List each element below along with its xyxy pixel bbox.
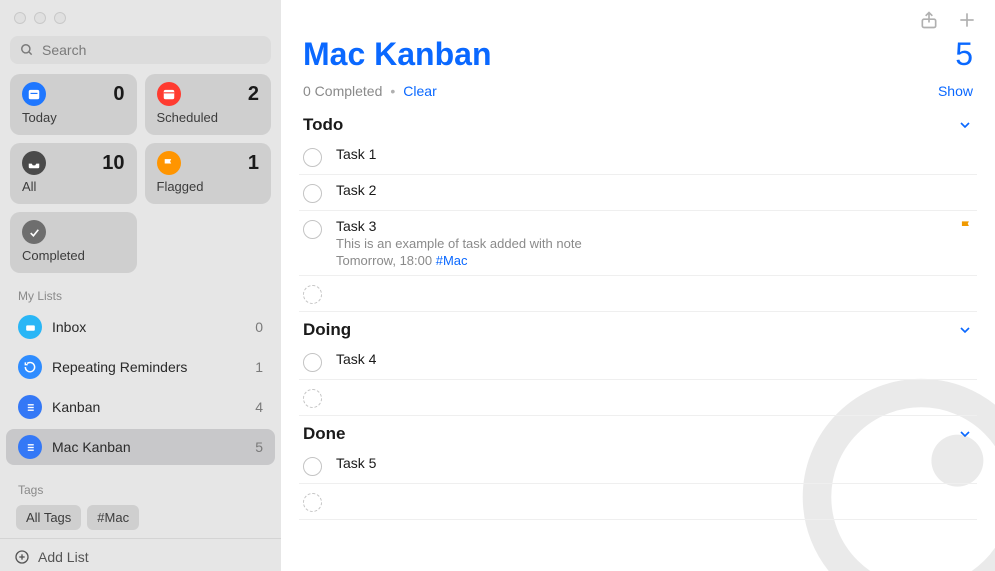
smart-all[interactable]: 10 All (10, 143, 137, 204)
add-task-icon[interactable] (957, 10, 977, 30)
smart-all-count: 10 (102, 152, 124, 175)
list-name: Inbox (52, 319, 245, 335)
smart-completed-label: Completed (22, 248, 125, 263)
task-title: Task 5 (336, 455, 973, 471)
smart-completed[interactable]: Completed (10, 212, 137, 273)
close-window[interactable] (14, 12, 26, 24)
calendar-today-icon (22, 82, 46, 106)
task-date: Tomorrow, 18:00 (336, 253, 432, 268)
task-title: Task 4 (336, 351, 973, 367)
list-count: 4 (255, 399, 263, 415)
smart-scheduled[interactable]: 2 Scheduled (145, 74, 272, 135)
tag-mac[interactable]: #Mac (87, 505, 139, 530)
chevron-down-icon[interactable] (957, 322, 973, 338)
task-list-done: Task 5 (281, 448, 995, 520)
list-name: Mac Kanban (52, 439, 245, 455)
add-list-label: Add List (38, 549, 89, 565)
task-row[interactable]: Task 5 (299, 448, 977, 484)
search-field[interactable] (10, 36, 271, 64)
task-checkbox[interactable] (303, 353, 322, 372)
list-icon (18, 395, 42, 419)
page-title: Mac Kanban (303, 36, 491, 73)
smart-today[interactable]: 0 Today (10, 74, 137, 135)
flag-icon (157, 151, 181, 175)
task-list-todo: Task 1 Task 2 Task 3 This is an example … (281, 139, 995, 312)
chevron-down-icon[interactable] (957, 117, 973, 133)
tag-all[interactable]: All Tags (16, 505, 81, 530)
task-meta: Tomorrow, 18:00 #Mac (336, 253, 973, 268)
task-row[interactable]: Task 3 This is an example of task added … (299, 211, 977, 276)
toolbar (281, 0, 995, 32)
task-title: Task 3 (336, 218, 973, 234)
zoom-window[interactable] (54, 12, 66, 24)
repeat-icon (18, 355, 42, 379)
smart-all-label: All (22, 179, 125, 194)
list-row-kanban[interactable]: Kanban 4 (6, 389, 275, 425)
new-task-placeholder[interactable] (299, 484, 977, 520)
section-title-doing: Doing (303, 320, 351, 340)
task-row[interactable]: Task 2 (299, 175, 977, 211)
tags-header: Tags (0, 467, 281, 501)
clear-button[interactable]: Clear (403, 83, 436, 99)
completed-count: 0 Completed (303, 83, 382, 99)
smart-today-label: Today (22, 110, 125, 125)
task-row[interactable]: Task 4 (299, 344, 977, 380)
smart-lists: 0 Today 2 Scheduled (0, 74, 281, 273)
section-title-todo: Todo (303, 115, 343, 135)
show-button[interactable]: Show (938, 83, 973, 99)
calendar-icon (157, 82, 181, 106)
task-row[interactable]: Task 1 (299, 139, 977, 175)
task-checkbox[interactable] (303, 220, 322, 239)
my-lists-header: My Lists (0, 273, 281, 307)
task-title: Task 1 (336, 146, 973, 162)
checkmark-icon (22, 220, 46, 244)
smart-flagged-count: 1 (248, 152, 259, 175)
plus-circle-icon (14, 549, 30, 565)
task-title: Task 2 (336, 182, 973, 198)
add-list-button[interactable]: Add List (0, 538, 281, 571)
new-task-placeholder[interactable] (299, 276, 977, 312)
list-row-repeating[interactable]: Repeating Reminders 1 (6, 349, 275, 385)
task-note: This is an example of task added with no… (336, 236, 973, 251)
task-checkbox[interactable] (303, 148, 322, 167)
share-icon[interactable] (919, 10, 939, 30)
task-checkbox[interactable] (303, 457, 322, 476)
inbox-icon (18, 315, 42, 339)
minimize-window[interactable] (34, 12, 46, 24)
task-tag[interactable]: #Mac (436, 253, 468, 268)
search-input[interactable] (42, 42, 261, 58)
add-task-circle[interactable] (303, 493, 322, 512)
page-count: 5 (955, 36, 973, 73)
main-panel: Mac Kanban 5 0 Completed • Clear Show To… (281, 0, 995, 571)
list-row-mac-kanban[interactable]: Mac Kanban 5 (6, 429, 275, 465)
smart-today-count: 0 (113, 83, 124, 106)
smart-scheduled-label: Scheduled (157, 110, 260, 125)
new-task-placeholder[interactable] (299, 380, 977, 416)
smart-flagged-label: Flagged (157, 179, 260, 194)
list-icon (18, 435, 42, 459)
smart-scheduled-count: 2 (248, 83, 259, 106)
list-count: 1 (255, 359, 263, 375)
add-task-circle[interactable] (303, 285, 322, 304)
window-controls (0, 0, 281, 30)
list-row-inbox[interactable]: Inbox 0 (6, 309, 275, 345)
tags: All Tags #Mac (0, 501, 281, 538)
task-checkbox[interactable] (303, 184, 322, 203)
search-icon (20, 43, 34, 57)
separator: • (390, 83, 395, 99)
task-list-doing: Task 4 (281, 344, 995, 416)
list-count: 5 (255, 439, 263, 455)
add-task-circle[interactable] (303, 389, 322, 408)
list-count: 0 (255, 319, 263, 335)
flag-icon (959, 219, 973, 233)
smart-flagged[interactable]: 1 Flagged (145, 143, 272, 204)
sidebar: 0 Today 2 Scheduled (0, 0, 281, 571)
list-name: Kanban (52, 399, 245, 415)
tray-icon (22, 151, 46, 175)
chevron-down-icon[interactable] (957, 426, 973, 442)
list-name: Repeating Reminders (52, 359, 245, 375)
section-title-done: Done (303, 424, 346, 444)
